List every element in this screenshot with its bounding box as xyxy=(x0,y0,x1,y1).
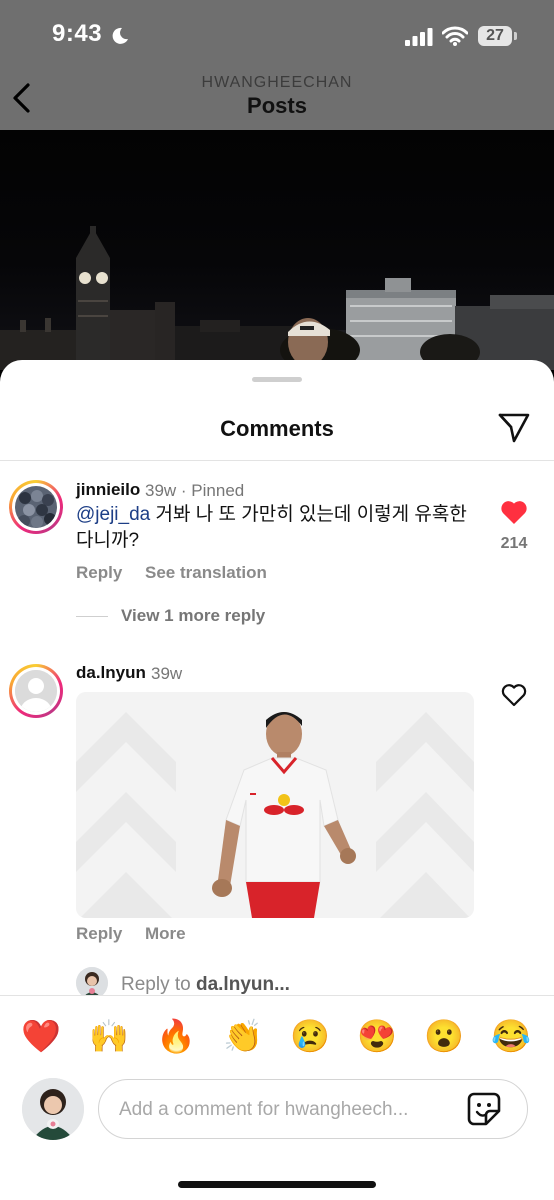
header-username: HWANGHEECHAN xyxy=(201,74,353,91)
battery-level: 27 xyxy=(486,27,504,44)
comment-username[interactable]: jinnieilo xyxy=(76,480,140,500)
screen: 9:43 27 HWANGHEECHAN Posts Comments jinn… xyxy=(0,0,554,1200)
emoji-tears-of-joy[interactable]: 😂 xyxy=(491,1016,531,1056)
signal-icon xyxy=(405,28,433,46)
avatar[interactable] xyxy=(9,480,63,534)
comments-title: Comments xyxy=(220,416,334,441)
replies-line xyxy=(76,616,108,617)
wifi-icon xyxy=(442,26,468,46)
sticker-icon[interactable] xyxy=(466,1091,502,1127)
moon-icon xyxy=(112,27,128,44)
sheet-drag-handle[interactable] xyxy=(252,377,302,382)
more-button[interactable]: More xyxy=(145,924,186,944)
emoji-clapping-hands[interactable]: 👏 xyxy=(223,1016,263,1056)
default-avatar-icon xyxy=(15,670,57,712)
reply-to-username: da.lnyun... xyxy=(195,974,290,995)
comment-input-box[interactable] xyxy=(98,1079,528,1140)
heart-outline-icon[interactable] xyxy=(500,682,528,708)
avatar-border xyxy=(12,667,60,715)
battery-nub xyxy=(514,32,517,40)
comment-time: 39w xyxy=(151,664,183,683)
avatar[interactable] xyxy=(9,664,63,718)
like-count: 214 xyxy=(500,535,528,552)
gif-sticker[interactable] xyxy=(76,692,474,918)
status-time: 9:43 xyxy=(52,20,103,47)
avatar-photo xyxy=(22,1078,84,1140)
emoji-heart-eyes[interactable]: 😍 xyxy=(357,1016,397,1056)
avatar xyxy=(22,1078,84,1140)
emoji-surprised-face[interactable]: 😮 xyxy=(424,1016,464,1056)
emoji-crying-face[interactable]: 😢 xyxy=(290,1016,330,1056)
battery-icon: 27 xyxy=(478,26,512,46)
reply-to-label: Reply to da.lnyun... xyxy=(121,974,290,996)
emoji-fire[interactable]: 🔥 xyxy=(156,1016,196,1056)
home-indicator xyxy=(178,1181,376,1188)
sheet-header-divider xyxy=(0,460,554,461)
mention-link[interactable]: @jeji_da xyxy=(76,504,150,525)
reply-to-prefix: Reply to xyxy=(121,974,196,995)
emoji-raising-hands[interactable]: 🙌 xyxy=(89,1016,129,1056)
reply-button[interactable]: Reply xyxy=(76,563,122,583)
post-photo xyxy=(0,130,554,370)
avatar-photo xyxy=(15,486,57,528)
emoji-red-heart[interactable]: ❤️ xyxy=(21,1016,61,1056)
comment-text: @jeji_da 거봐 나 또 가만히 있는데 이렇게 유혹한 다니까? xyxy=(76,502,486,554)
paper-plane-icon[interactable] xyxy=(497,413,531,443)
avatar-image xyxy=(15,670,57,712)
comment-username[interactable]: da.lnyun xyxy=(76,663,146,683)
pinned-label: · Pinned xyxy=(180,481,245,500)
comment-time: 39w xyxy=(145,481,177,500)
gif-image xyxy=(76,692,474,918)
page-title: Posts xyxy=(247,93,307,118)
comment-meta: 39w · Pinned xyxy=(145,481,244,501)
emoji-bar: ❤️ 🙌 🔥 👏 😢 😍 😮 😂 xyxy=(0,995,554,1078)
post-photo-image xyxy=(0,226,554,370)
see-translation-button[interactable]: See translation xyxy=(145,563,267,583)
comment-input[interactable] xyxy=(117,1080,461,1140)
heart-filled-icon[interactable] xyxy=(500,499,528,525)
top-bar: 9:43 27 HWANGHEECHAN Posts xyxy=(0,0,554,130)
view-more-replies-button[interactable]: View 1 more reply xyxy=(121,606,265,626)
reply-button[interactable]: Reply xyxy=(76,924,122,944)
avatar-image xyxy=(15,486,57,528)
avatar-border xyxy=(12,483,60,531)
